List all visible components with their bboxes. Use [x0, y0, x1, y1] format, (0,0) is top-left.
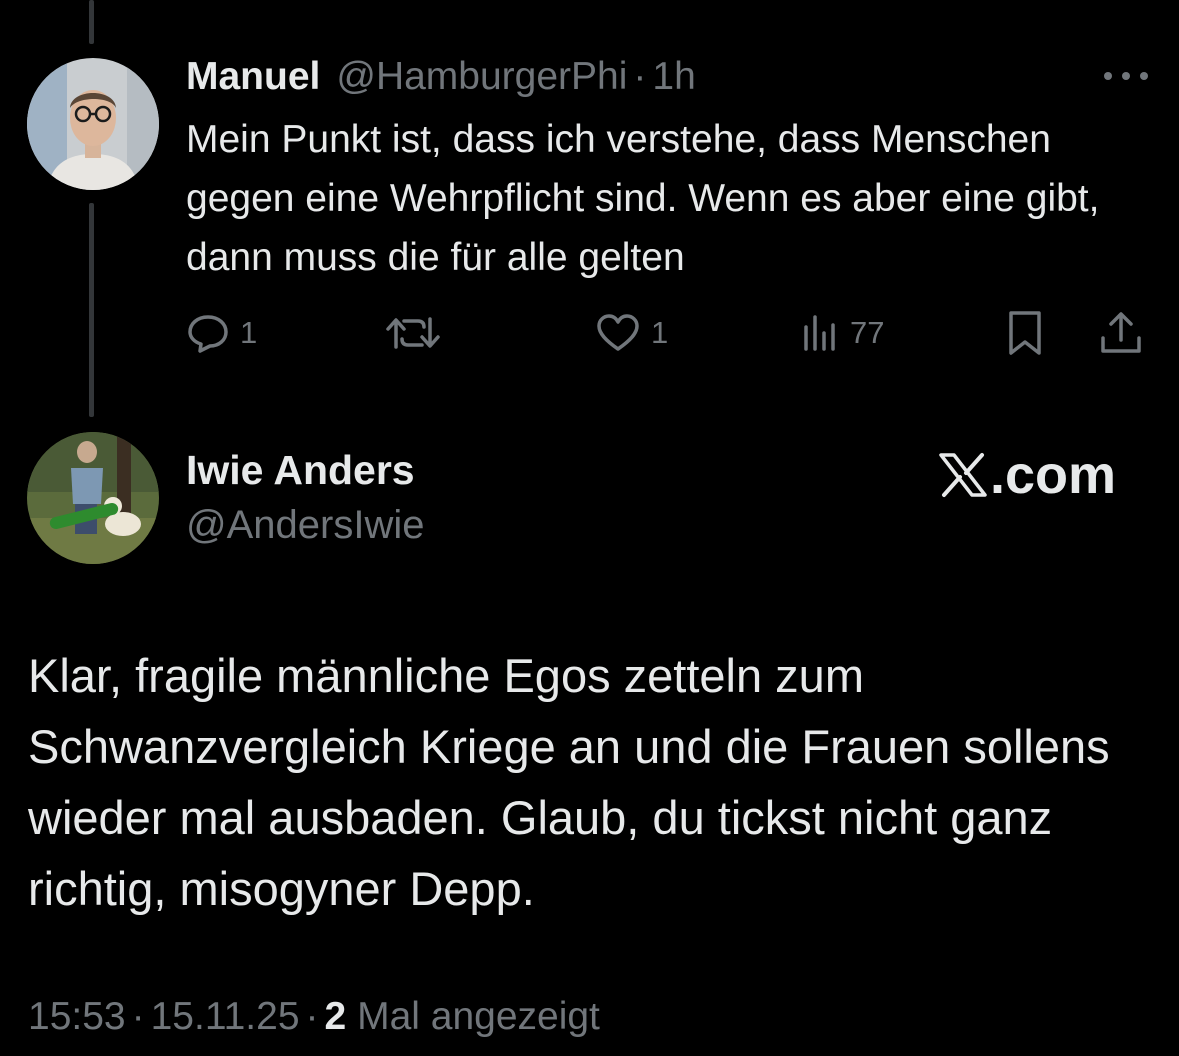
reply-avatar-image: [27, 432, 159, 564]
reply-icon: [188, 314, 228, 353]
tweet-time[interactable]: 15:53: [28, 995, 126, 1038]
views-button[interactable]: 77: [800, 305, 884, 360]
parent-avatar-image: [27, 58, 159, 190]
views-icon: [804, 314, 835, 351]
thread-line-top: [89, 0, 94, 44]
reply-count: 1: [240, 314, 258, 350]
views-count: 77: [850, 314, 885, 350]
parent-avatar[interactable]: [27, 58, 159, 190]
parent-tweet-text: Mein Punkt ist, dass ich verstehe, dass …: [186, 118, 1100, 279]
retweet-button[interactable]: [384, 305, 442, 360]
tweet-view-count: 2: [324, 995, 347, 1038]
share-button[interactable]: [1098, 305, 1144, 360]
tweet-action-bar: 1 1 77: [0, 305, 1179, 360]
share-icon: [1101, 311, 1141, 353]
x-com-suffix: .com: [990, 445, 1117, 505]
reply-avatar[interactable]: [27, 432, 159, 564]
bookmark-icon: [1009, 310, 1041, 355]
reply-button[interactable]: 1: [186, 305, 257, 360]
header-separator: ·: [633, 55, 647, 98]
x-com-brand: .com: [938, 440, 1116, 510]
like-count: 1: [651, 314, 669, 350]
parent-timestamp[interactable]: 1h: [652, 55, 695, 99]
parent-tweet-header: Manuel @HamburgerPhi · 1h: [186, 52, 696, 102]
reply-author-name[interactable]: Iwie Anders: [186, 447, 415, 494]
tweet-date[interactable]: 15.11.25: [151, 995, 300, 1038]
meta-separator: ·: [305, 995, 319, 1038]
heart-icon: [597, 313, 639, 351]
retweet-icon: [386, 316, 440, 349]
like-button[interactable]: 1: [595, 305, 668, 360]
x-logo-icon: [939, 453, 987, 497]
parent-author-name[interactable]: Manuel: [186, 55, 320, 99]
reply-tweet-text: Klar, fragile männliche Egos zetteln zum…: [28, 649, 1110, 915]
reply-author-handle[interactable]: @AndersIwie: [186, 503, 424, 548]
parent-author-handle[interactable]: @HamburgerPhi: [336, 55, 627, 99]
tweet-meta: 15:53 · 15.11.25 · 2 Mal angezeigt: [28, 995, 600, 1039]
bookmark-button[interactable]: [1004, 305, 1046, 360]
meta-separator: ·: [131, 995, 145, 1038]
tweet-view-label: Mal angezeigt: [357, 995, 600, 1038]
more-options-button[interactable]: [1098, 62, 1154, 90]
more-icon: [1104, 72, 1148, 80]
